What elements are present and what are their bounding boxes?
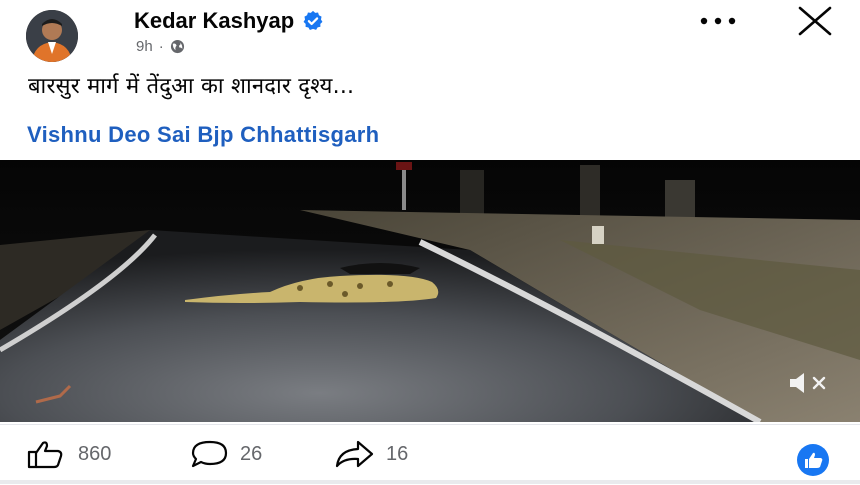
comment-bubble-icon xyxy=(191,440,228,468)
author-name-row: Kedar Kashyap xyxy=(134,8,324,34)
post-time[interactable]: 9h xyxy=(136,38,153,55)
like-action[interactable]: 860 xyxy=(26,439,111,469)
muted-speaker-icon[interactable] xyxy=(786,370,834,396)
author-name[interactable]: Kedar Kashyap xyxy=(134,8,294,34)
verified-badge-icon xyxy=(303,10,323,30)
author-avatar[interactable] xyxy=(26,10,78,62)
share-action[interactable]: 16 xyxy=(334,439,408,469)
action-bar: 860 26 16 xyxy=(0,424,860,485)
post-text: बारसुर मार्ग में तेंदुआ का शानदार दृश्य.… xyxy=(28,74,355,99)
like-count: 860 xyxy=(78,442,112,465)
share-count: 16 xyxy=(386,442,409,465)
like-reaction-icon[interactable] xyxy=(796,443,830,477)
comment-action[interactable]: 26 xyxy=(188,439,262,469)
meta-separator: · xyxy=(158,38,164,55)
share-arrow-icon xyxy=(335,440,374,468)
bottom-divider xyxy=(0,480,860,484)
post-header: Kedar Kashyap 9h · xyxy=(0,0,860,64)
more-options-icon[interactable] xyxy=(696,6,740,36)
globe-icon xyxy=(170,39,184,54)
post-meta: 9h · xyxy=(136,38,185,55)
comment-count: 26 xyxy=(240,442,263,465)
video-frame xyxy=(0,160,860,422)
video-player[interactable] xyxy=(0,160,860,422)
close-icon[interactable] xyxy=(794,6,836,36)
tagged-page-link[interactable]: Vishnu Deo Sai Bjp Chhattisgarh xyxy=(27,122,379,148)
thumbs-up-icon xyxy=(27,441,63,469)
